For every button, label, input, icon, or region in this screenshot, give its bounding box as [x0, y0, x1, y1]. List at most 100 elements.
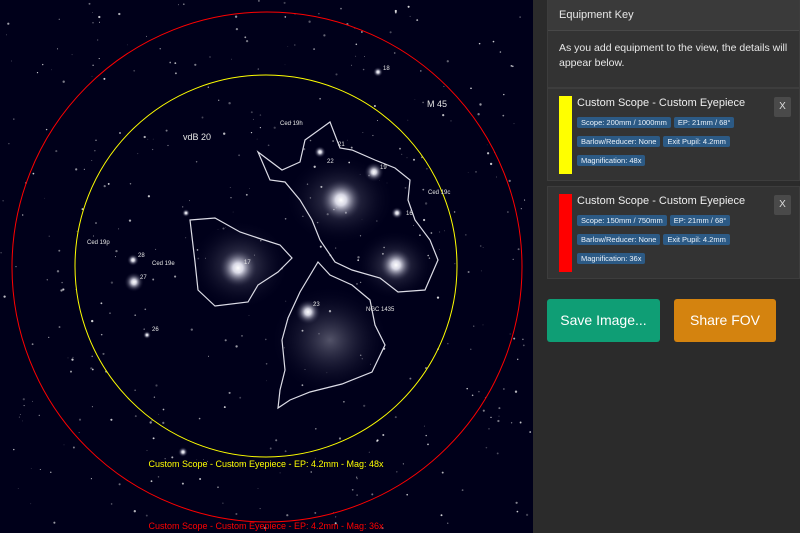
remove-equipment-button[interactable]: X	[774, 97, 791, 117]
faint-star	[503, 388, 505, 390]
faint-star	[137, 153, 139, 155]
faint-star	[39, 468, 41, 471]
faint-star	[118, 228, 120, 230]
faint-star	[228, 391, 231, 394]
faint-star	[143, 328, 145, 330]
faint-star	[23, 405, 25, 407]
faint-star	[422, 218, 426, 222]
faint-star	[529, 431, 532, 433]
faint-star	[38, 414, 40, 417]
star-label: 16	[406, 211, 413, 217]
faint-star	[313, 48, 316, 51]
faint-star	[229, 187, 231, 189]
faint-star	[416, 19, 419, 22]
faint-star	[98, 15, 101, 19]
faint-star	[503, 93, 505, 96]
faint-star	[133, 69, 136, 72]
faint-star	[314, 427, 317, 430]
faint-star	[355, 43, 358, 46]
faint-star	[454, 263, 456, 265]
faint-star	[22, 214, 24, 216]
faint-star	[389, 31, 392, 34]
faint-star	[314, 511, 317, 514]
faint-star	[149, 421, 152, 424]
faint-star	[422, 101, 424, 104]
faint-star	[412, 158, 416, 161]
faint-star	[477, 113, 480, 116]
faint-star	[91, 406, 93, 408]
faint-star	[147, 138, 149, 140]
faint-star	[222, 502, 224, 504]
faint-star	[396, 471, 398, 473]
faint-star	[18, 416, 20, 418]
faint-star	[323, 34, 326, 37]
faint-star	[190, 328, 193, 331]
faint-star	[496, 452, 499, 455]
faint-star	[199, 477, 202, 481]
faint-star	[259, 114, 262, 116]
faint-star	[444, 230, 445, 232]
remove-equipment-button[interactable]: X	[774, 195, 791, 215]
faint-star	[264, 338, 267, 341]
faint-star	[376, 119, 379, 122]
object-label: Ced 19c	[428, 190, 450, 196]
faint-star	[394, 11, 397, 14]
faint-star	[273, 126, 276, 129]
faint-star	[461, 489, 464, 491]
faint-star	[516, 510, 519, 513]
faint-star	[109, 312, 111, 314]
equipment-panel: Equipment Key As you add equipment to th…	[533, 0, 800, 533]
faint-star	[56, 270, 60, 273]
faint-star	[71, 358, 74, 361]
faint-star	[510, 65, 513, 67]
faint-star	[332, 140, 334, 142]
equipment-color-swatch	[559, 96, 572, 174]
faint-star	[245, 193, 248, 196]
faint-star	[0, 251, 2, 254]
faint-star	[439, 231, 441, 233]
save-image-button[interactable]: Save Image...	[547, 299, 660, 342]
faint-star	[115, 249, 118, 253]
faint-star	[217, 486, 219, 489]
faint-star	[409, 377, 412, 380]
faint-star	[51, 69, 53, 71]
faint-star	[430, 232, 433, 234]
faint-star	[479, 103, 482, 106]
faint-star	[119, 132, 121, 134]
faint-star	[15, 265, 17, 268]
star-field-view[interactable]: 18 M 45 Ced 19h vdB 20 21 22 19 Ced 19c …	[0, 0, 533, 533]
faint-star	[497, 419, 500, 423]
faint-star	[520, 208, 522, 210]
faint-star	[158, 413, 160, 415]
faint-star	[425, 434, 427, 437]
faint-star	[279, 472, 281, 474]
faint-star	[479, 245, 482, 247]
faint-star	[486, 144, 488, 146]
faint-star	[2, 200, 4, 202]
faint-star	[443, 85, 445, 87]
faint-star	[484, 396, 486, 398]
faint-star	[126, 44, 128, 46]
bright-star	[182, 209, 190, 217]
faint-star	[267, 144, 270, 147]
faint-star	[446, 60, 449, 63]
faint-star	[150, 480, 153, 483]
object-label: vdB 20	[183, 132, 211, 142]
faint-star	[31, 343, 34, 346]
faint-star	[372, 134, 374, 137]
faint-star	[235, 512, 238, 516]
faint-star	[207, 86, 209, 88]
faint-star	[55, 150, 58, 153]
faint-star	[17, 488, 19, 489]
faint-star	[356, 476, 358, 478]
faint-star	[485, 446, 488, 449]
faint-star	[58, 326, 61, 328]
faint-star	[218, 99, 220, 101]
faint-star	[471, 394, 474, 397]
object-label: Ced 19h	[280, 121, 303, 127]
faint-star	[361, 31, 363, 33]
faint-star	[78, 418, 82, 421]
share-fov-button[interactable]: Share FOV	[674, 299, 776, 342]
equipment-tag: Barlow/Reducer: None	[577, 136, 661, 147]
faint-star	[245, 39, 249, 43]
